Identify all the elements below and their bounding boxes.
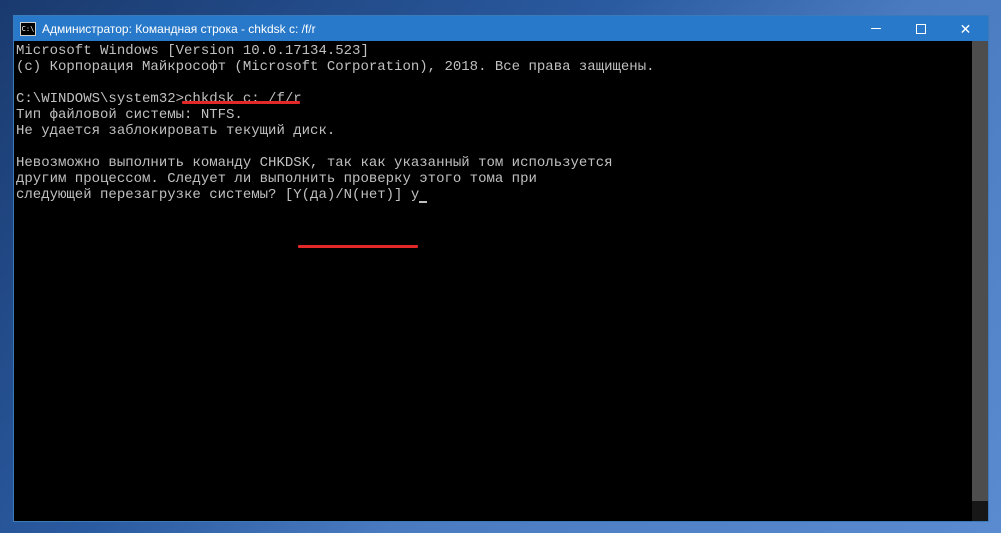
minimize-icon bbox=[871, 28, 881, 29]
terminal-prompt: C:\WINDOWS\system32> bbox=[16, 91, 184, 107]
close-icon: ✕ bbox=[960, 22, 972, 36]
terminal-line: Тип файловой системы: NTFS. bbox=[16, 107, 243, 123]
terminal-content[interactable]: Microsoft Windows [Version 10.0.17134.52… bbox=[14, 41, 988, 521]
window-title: Администратор: Командная строка - chkdsk… bbox=[42, 22, 853, 36]
cmd-icon: C:\ bbox=[20, 22, 36, 36]
terminal-line: Не удается заблокировать текущий диск. bbox=[16, 123, 335, 139]
window-controls: ✕ bbox=[853, 16, 988, 41]
maximize-button[interactable] bbox=[898, 16, 943, 41]
terminal-line: (c) Корпорация Майкрософт (Microsoft Cor… bbox=[16, 59, 655, 75]
highlight-underline bbox=[298, 245, 418, 248]
scrollbar-thumb[interactable] bbox=[972, 41, 988, 501]
highlight-underline bbox=[182, 101, 300, 104]
close-button[interactable]: ✕ bbox=[943, 16, 988, 41]
terminal-line: Microsoft Windows [Version 10.0.17134.52… bbox=[16, 43, 369, 59]
cursor bbox=[419, 201, 427, 203]
terminal-line: Невозможно выполнить команду CHKDSK, так… bbox=[16, 155, 613, 171]
command-prompt-window: C:\ Администратор: Командная строка - ch… bbox=[13, 15, 989, 522]
terminal-line: следующей перезагрузке системы? [Y(да)/N… bbox=[16, 187, 411, 203]
maximize-icon bbox=[916, 24, 926, 34]
user-input: y bbox=[411, 187, 419, 203]
terminal-command: chkdsk c: /f/r bbox=[184, 91, 302, 107]
titlebar[interactable]: C:\ Администратор: Командная строка - ch… bbox=[14, 16, 988, 41]
minimize-button[interactable] bbox=[853, 16, 898, 41]
terminal-line: другим процессом. Следует ли выполнить п… bbox=[16, 171, 537, 187]
scrollbar[interactable] bbox=[972, 41, 988, 521]
